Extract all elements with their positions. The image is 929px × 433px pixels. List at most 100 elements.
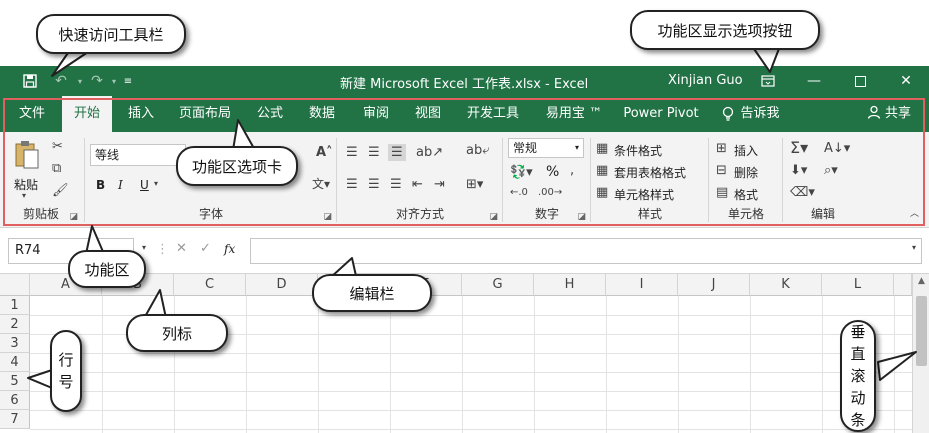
tab-tell-me[interactable]: 告诉我 [738, 96, 782, 132]
decrease-indent-icon[interactable]: ⇤ [412, 178, 423, 191]
column-header[interactable]: L [822, 274, 894, 296]
tab-formulas[interactable]: 公式 [248, 96, 292, 132]
share-button[interactable]: 共享 [867, 96, 911, 132]
column-header[interactable]: C [174, 274, 246, 296]
tab-home[interactable]: 开始 [62, 96, 112, 132]
paste-label[interactable]: 粘贴 [14, 176, 38, 193]
customize-qat-icon[interactable]: ≡ [120, 66, 136, 96]
alignment-launcher-icon[interactable]: ◪ [489, 212, 498, 222]
find-select-icon[interactable]: ⌕▾ [824, 164, 838, 177]
close-icon[interactable]: ✕ [886, 66, 926, 96]
tab-developer[interactable]: 开发工具 [460, 96, 526, 132]
sort-filter-icon[interactable]: A↓▾ [824, 142, 850, 155]
format-cells-button[interactable]: 格式 [734, 186, 758, 203]
format-cells-icon[interactable]: ▤ [716, 186, 728, 199]
bold-button[interactable]: B [96, 178, 105, 192]
table-format-button[interactable]: 套用表格格式 [614, 164, 686, 181]
increase-indent-icon[interactable]: ⇥ [434, 178, 445, 191]
name-box-dropdown-icon[interactable]: ▾ [142, 244, 146, 252]
row-header[interactable]: 2 [0, 315, 30, 334]
lightbulb-icon[interactable] [720, 96, 736, 132]
underline-button[interactable]: U [140, 178, 149, 192]
maximize-icon[interactable] [840, 66, 880, 96]
decrease-decimal-icon[interactable]: .00→ [538, 188, 562, 198]
column-header[interactable]: G [462, 274, 534, 296]
align-top-icon[interactable]: ☰ [346, 146, 358, 159]
fill-icon[interactable]: ⬇▾ [790, 164, 807, 177]
align-bottom-icon[interactable]: ☰ [388, 144, 406, 161]
align-center-icon[interactable]: ☰ [368, 178, 380, 191]
copy-icon[interactable]: ⧉ [52, 162, 61, 175]
row-header[interactable]: 4 [0, 353, 30, 372]
tab-page-layout[interactable]: 页面布局 [172, 96, 238, 132]
cell-styles-icon[interactable]: ▦ [596, 186, 608, 199]
number-format-dropdown-icon[interactable]: ▾ [575, 139, 579, 157]
column-header[interactable]: J [678, 274, 750, 296]
align-middle-icon[interactable]: ☰ [368, 146, 380, 159]
italic-button[interactable]: I [118, 178, 123, 192]
delete-cells-button[interactable]: 删除 [734, 164, 758, 181]
column-header[interactable]: I [606, 274, 678, 296]
user-name[interactable]: Xinjian Guo [668, 73, 743, 88]
cell-styles-button[interactable]: 单元格样式 [614, 186, 674, 203]
tab-file[interactable]: 文件 [8, 96, 56, 132]
row-header[interactable]: 7 [0, 410, 30, 429]
increase-font-icon[interactable]: A˄ [316, 146, 333, 159]
align-right-icon[interactable]: ☰ [390, 178, 402, 191]
ribbon-display-options-icon[interactable] [748, 66, 788, 96]
clipboard-launcher-icon[interactable]: ◪ [69, 212, 78, 222]
phonetic-icon[interactable]: 文▾ [312, 178, 330, 190]
orientation-icon[interactable]: ab↗ [416, 146, 443, 159]
tab-view[interactable]: 视图 [406, 96, 450, 132]
tab-insert[interactable]: 插入 [118, 96, 164, 132]
tab-review[interactable]: 审阅 [354, 96, 398, 132]
enter-icon[interactable]: ✓ [200, 242, 211, 255]
underline-dropdown-icon[interactable]: ▾ [154, 180, 158, 188]
row-header[interactable]: 3 [0, 334, 30, 353]
tab-data[interactable]: 数据 [300, 96, 344, 132]
conditional-format-icon[interactable]: ▦ [596, 142, 608, 155]
undo-icon[interactable]: ↶ [48, 66, 74, 96]
scrollbar-thumb[interactable] [916, 296, 927, 366]
select-all-corner[interactable] [0, 274, 30, 296]
increase-decimal-icon[interactable]: ←.0 [510, 188, 528, 198]
column-header[interactable]: H [534, 274, 606, 296]
insert-cells-button[interactable]: 插入 [734, 142, 758, 159]
row-header[interactable]: 5 [0, 372, 30, 391]
redo-icon[interactable]: ↷ [84, 66, 110, 96]
row-header[interactable]: 1 [0, 296, 30, 315]
format-painter-icon[interactable]: 🖌 [52, 184, 69, 197]
vertical-scrollbar[interactable]: ▲ [912, 274, 929, 433]
formula-input[interactable] [250, 238, 922, 264]
column-header-partial[interactable] [894, 274, 912, 296]
worksheet-grid[interactable]: A B C D E F G H I J K L 1 2 3 4 5 6 7 [0, 274, 912, 433]
number-format-box[interactable]: 常规 ▾ [508, 138, 584, 158]
redo-dropdown-icon[interactable]: ▾ [108, 66, 120, 96]
column-header[interactable]: K [750, 274, 822, 296]
delete-cells-icon[interactable]: ⊟ [716, 164, 727, 177]
tab-yiyongbao[interactable]: 易用宝 ™ [538, 96, 610, 132]
table-format-icon[interactable]: ▦ [596, 164, 608, 177]
scroll-up-icon[interactable]: ▲ [913, 276, 929, 286]
font-name-box[interactable]: 等线 [90, 144, 186, 166]
collapse-ribbon-icon[interactable]: ︿ [910, 210, 919, 219]
paste-icon[interactable] [14, 140, 40, 173]
minimize-icon[interactable]: — [794, 66, 834, 96]
paste-dropdown-icon[interactable]: ▾ [22, 192, 26, 200]
number-launcher-icon[interactable]: ◪ [577, 212, 586, 222]
currency-icon[interactable]: 💱▾ [510, 166, 533, 179]
autosum-icon[interactable]: Σ▾ [790, 140, 808, 156]
expand-formula-icon[interactable]: ▾ [912, 244, 916, 252]
merge-center-icon[interactable]: ⊞▾ [466, 178, 483, 191]
clear-icon[interactable]: ⌫▾ [790, 186, 815, 199]
tab-power-pivot[interactable]: Power Pivot [618, 96, 704, 132]
cut-icon[interactable]: ✂ [52, 140, 63, 153]
row-header[interactable]: 6 [0, 391, 30, 410]
save-icon[interactable] [14, 66, 46, 96]
insert-function-button[interactable]: fx [224, 242, 235, 256]
percent-button[interactable]: % [546, 164, 559, 180]
column-header[interactable]: D [246, 274, 318, 296]
align-left-icon[interactable]: ☰ [346, 178, 358, 191]
font-launcher-icon[interactable]: ◪ [323, 212, 332, 222]
wrap-text-icon[interactable]: ab⤶ [466, 144, 490, 157]
